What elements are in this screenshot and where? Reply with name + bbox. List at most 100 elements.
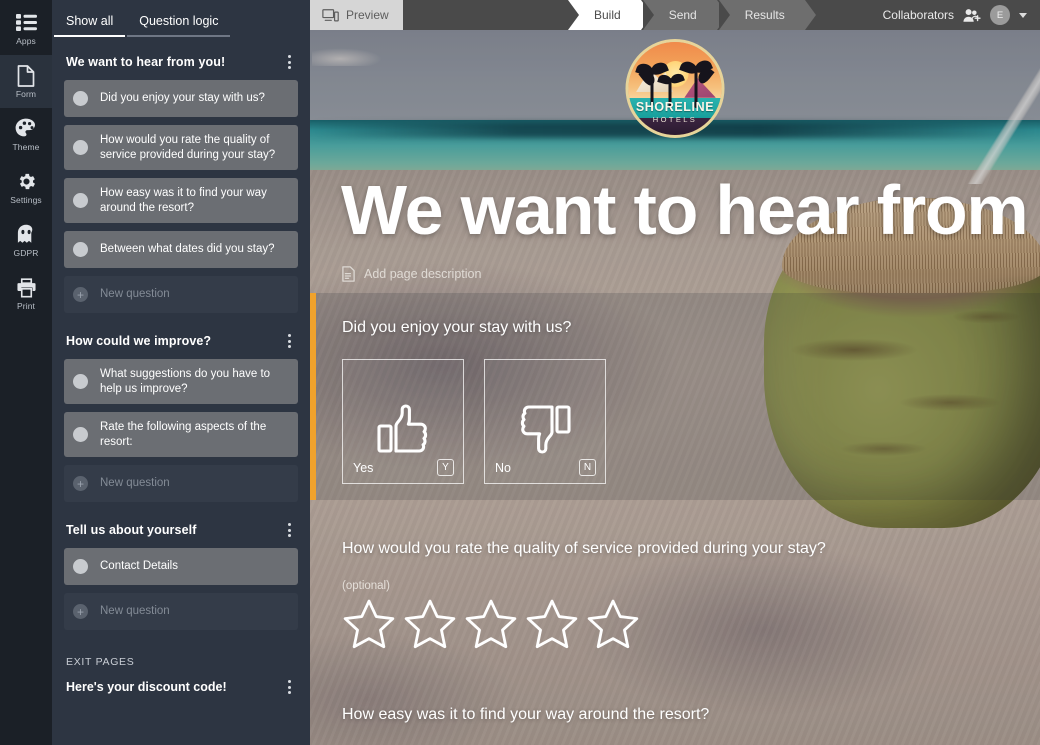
question-label: Between what dates did you stay? [100, 243, 275, 256]
toolbar-right-group: Collaborators E [883, 0, 1040, 30]
rail-item-apps[interactable]: Apps [0, 2, 52, 55]
rail-item-print[interactable]: Print [0, 267, 52, 320]
star-icon[interactable] [342, 598, 396, 650]
form-builder-app: Apps Form Theme Settings GDPR Print Show… [0, 0, 1040, 745]
choice-yes[interactable]: Yes Y [342, 359, 464, 484]
section-title: We want to hear from you! [66, 55, 226, 69]
left-icon-rail: Apps Form Theme Settings GDPR Print [0, 0, 52, 745]
step-results[interactable]: Results [718, 0, 816, 30]
question-bullet-icon [73, 374, 88, 389]
add-collaborator-icon[interactable] [963, 8, 981, 23]
section-menu-icon[interactable] [282, 332, 296, 350]
add-question-label: New question [100, 477, 170, 490]
section-header: How could we improve? [64, 321, 298, 359]
preview-label: Preview [346, 8, 389, 22]
question-label: Rate the following aspects of the resort… [100, 421, 267, 448]
form-hero-title[interactable]: We want to hear from you! [341, 173, 1040, 247]
section-block: We want to hear from you! Did you enjoy … [64, 42, 298, 313]
form-question-text[interactable]: How easy was it to find your way around … [342, 706, 709, 724]
star-icon[interactable] [525, 598, 579, 650]
question-list-panel: Show all Question logic We want to hear … [52, 0, 310, 745]
ghost-icon [15, 224, 37, 246]
question-bullet-icon [73, 427, 88, 442]
apps-icon [15, 12, 37, 34]
choice-no[interactable]: No N [484, 359, 606, 484]
form-question-title: How would you rate the quality of servic… [342, 540, 826, 557]
choice-no-shortcut-key: N [579, 459, 596, 476]
question-bullet-icon [73, 193, 88, 208]
print-icon [15, 277, 37, 299]
star-icon[interactable] [586, 598, 640, 650]
form-question-title: How easy was it to find your way around … [342, 706, 710, 723]
question-label: Did you enjoy your stay with us? [100, 92, 265, 105]
exit-page-menu-icon[interactable] [282, 678, 296, 696]
section-title: Tell us about yourself [66, 523, 197, 537]
choice-yes-shortcut-key: Y [437, 459, 454, 476]
description-icon [342, 266, 355, 282]
thumbs-up-icon [377, 404, 429, 459]
rail-item-theme[interactable]: Theme [0, 108, 52, 161]
rail-label-form: Form [15, 88, 37, 99]
preview-button[interactable]: Preview [310, 0, 403, 30]
workflow-steps: Build Send Results [568, 0, 816, 30]
add-question-button[interactable]: + New question [64, 593, 298, 630]
logo-brand-text: SHORELINE [635, 99, 715, 114]
tab-show-all-label: Show all [66, 14, 114, 28]
question-list-item[interactable]: Did you enjoy your stay with us? [64, 80, 298, 117]
rail-item-gdpr[interactable]: GDPR [0, 214, 52, 267]
section-title: How could we improve? [66, 334, 212, 348]
question-list-item[interactable]: Contact Details [64, 548, 298, 585]
step-build[interactable]: Build [568, 0, 652, 30]
tab-underline-active [54, 35, 126, 37]
add-question-button[interactable]: + New question [64, 276, 298, 313]
form-question-star-rating[interactable]: How would you rate the quality of servic… [342, 540, 826, 650]
logo-sub-text: HOTELS [652, 114, 698, 124]
add-question-button[interactable]: + New question [64, 465, 298, 502]
step-results-label: Results [744, 8, 785, 22]
question-bullet-icon [73, 242, 88, 257]
section-block: How could we improve? What suggestions d… [64, 321, 298, 502]
exit-page-item[interactable]: Here's your discount code! [64, 674, 298, 700]
add-page-description-label: Add page description [364, 267, 482, 281]
chevron-down-icon[interactable] [1019, 12, 1027, 18]
section-menu-icon[interactable] [282, 521, 296, 539]
tab-question-logic[interactable]: Question logic [127, 10, 231, 37]
question-label: Contact Details [100, 560, 178, 573]
question-list-item[interactable]: What suggestions do you have to help us … [64, 359, 298, 404]
settings-icon [15, 171, 37, 193]
form-question-yes-no[interactable]: Did you enjoy your stay with us? Yes Y N… [342, 319, 606, 484]
question-label: How easy was it to find your way around … [100, 187, 267, 214]
star-rating-control [342, 598, 826, 650]
section-menu-icon[interactable] [282, 53, 296, 71]
step-send[interactable]: Send [642, 0, 728, 30]
plus-icon: + [73, 287, 88, 302]
question-list-item[interactable]: Between what dates did you stay? [64, 231, 298, 268]
question-list-item[interactable]: Rate the following aspects of the resort… [64, 412, 298, 457]
preview-icon [322, 8, 339, 22]
question-bullet-icon [73, 140, 88, 155]
plus-icon: + [73, 476, 88, 491]
question-list-item[interactable]: How easy was it to find your way around … [64, 178, 298, 223]
star-icon[interactable] [464, 598, 518, 650]
question-label: How would you rate the quality of servic… [100, 134, 276, 161]
rail-item-form[interactable]: Form [0, 55, 52, 108]
tab-show-all[interactable]: Show all [54, 10, 126, 37]
step-build-label: Build [594, 8, 621, 22]
section-list: We want to hear from you! Did you enjoy … [52, 42, 310, 700]
exit-page-title: Here's your discount code! [66, 680, 227, 694]
star-icon[interactable] [403, 598, 457, 650]
optional-label: (optional) [342, 580, 390, 592]
rail-label-print: Print [17, 300, 35, 311]
add-question-label: New question [100, 605, 170, 618]
question-list-item[interactable]: How would you rate the quality of servic… [64, 125, 298, 170]
yes-no-choices: Yes Y No N [342, 359, 606, 484]
avatar[interactable]: E [990, 5, 1010, 25]
section-header: Tell us about yourself [64, 510, 298, 548]
shoreline-hotels-logo-icon: SHORELINE HOTELS [625, 39, 725, 138]
question-label: What suggestions do you have to help us … [100, 368, 271, 395]
form-logo[interactable]: SHORELINE HOTELS [625, 39, 725, 138]
section-block: Tell us about yourself Contact Details +… [64, 510, 298, 630]
add-page-description-button[interactable]: Add page description [342, 266, 481, 282]
collaborators-label[interactable]: Collaborators [883, 8, 954, 22]
rail-item-settings[interactable]: Settings [0, 161, 52, 214]
